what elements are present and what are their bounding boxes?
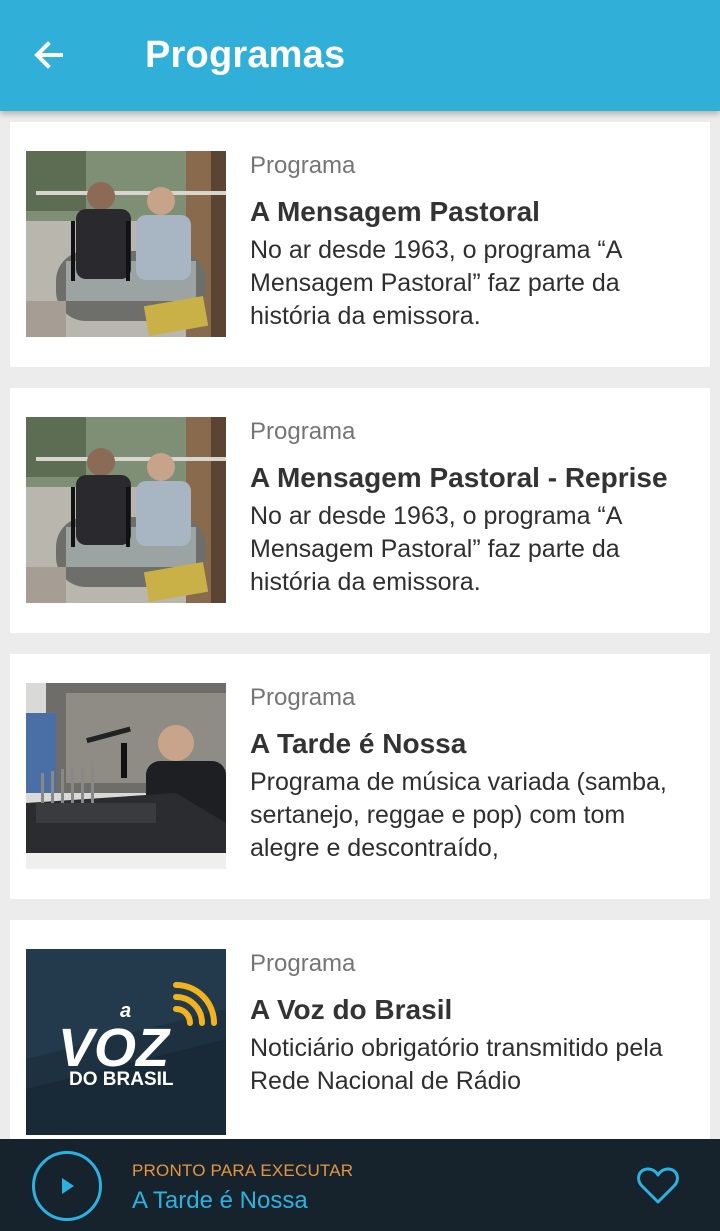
program-kicker: Programa — [250, 950, 356, 977]
page-title: Programas — [145, 34, 346, 76]
program-card[interactable]: Programa A Mensagem Pastoral - Reprise N… — [10, 388, 710, 633]
program-description: No ar desde 1963, o programa “A Mensagem… — [250, 502, 622, 596]
program-info: Programa A Mensagem Pastoral - Reprise N… — [250, 418, 700, 599]
program-title: A Mensagem Pastoral — [250, 196, 540, 227]
studio-host-mixer-photo — [26, 683, 226, 869]
program-title: A Mensagem Pastoral - Reprise — [250, 462, 668, 493]
program-description: Noticiário obrigatório transmitido pela … — [250, 1034, 663, 1095]
program-title: A Voz do Brasil — [250, 994, 453, 1025]
logo-bottom-text: DO BRASIL — [69, 1069, 174, 1090]
program-thumbnail — [26, 683, 226, 869]
program-info: Programa A Mensagem Pastoral No ar desde… — [250, 152, 700, 333]
voz-do-brasil-logo: a VOZ DO BRASIL — [26, 949, 226, 1135]
program-thumbnail — [26, 151, 226, 337]
player-status: PRONTO PARA EXECUTAR — [132, 1161, 354, 1180]
program-kicker: Programa — [250, 418, 356, 445]
program-info: Programa A Voz do Brasil Noticiário obri… — [250, 950, 700, 1098]
favorite-button[interactable] — [634, 1161, 682, 1209]
studio-two-hosts-photo — [26, 151, 226, 337]
program-kicker: Programa — [250, 152, 356, 179]
app-screen: Programas Programa A Mensagem Pastoral N… — [0, 0, 720, 1231]
program-kicker: Programa — [250, 684, 356, 711]
mini-player: PRONTO PARA EXECUTAR A Tarde é Nossa — [0, 1139, 720, 1231]
program-thumbnail — [26, 417, 226, 603]
program-info: Programa A Tarde é Nossa Programa de mús… — [250, 684, 700, 865]
program-card[interactable]: Programa A Tarde é Nossa Programa de mús… — [10, 654, 710, 899]
program-card[interactable]: a VOZ DO BRASIL Programa A Voz do Brasil… — [10, 920, 710, 1139]
program-description: No ar desde 1963, o programa “A Mensagem… — [250, 236, 622, 330]
play-button[interactable] — [32, 1151, 102, 1221]
app-bar: Programas — [0, 0, 720, 111]
back-button[interactable] — [24, 30, 74, 80]
program-card[interactable]: Programa A Mensagem Pastoral No ar desde… — [10, 122, 710, 367]
program-description: Programa de música variada (samba, serta… — [250, 768, 667, 862]
heart-outline-icon — [637, 1167, 679, 1204]
arrow-left-icon — [34, 41, 63, 69]
studio-two-hosts-photo — [26, 417, 226, 603]
program-title: A Tarde é Nossa — [250, 728, 467, 759]
program-list[interactable]: Programa A Mensagem Pastoral No ar desde… — [0, 111, 720, 1139]
player-track-title: A Tarde é Nossa — [132, 1187, 308, 1214]
play-icon — [62, 1178, 74, 1194]
program-thumbnail: a VOZ DO BRASIL — [26, 949, 226, 1135]
